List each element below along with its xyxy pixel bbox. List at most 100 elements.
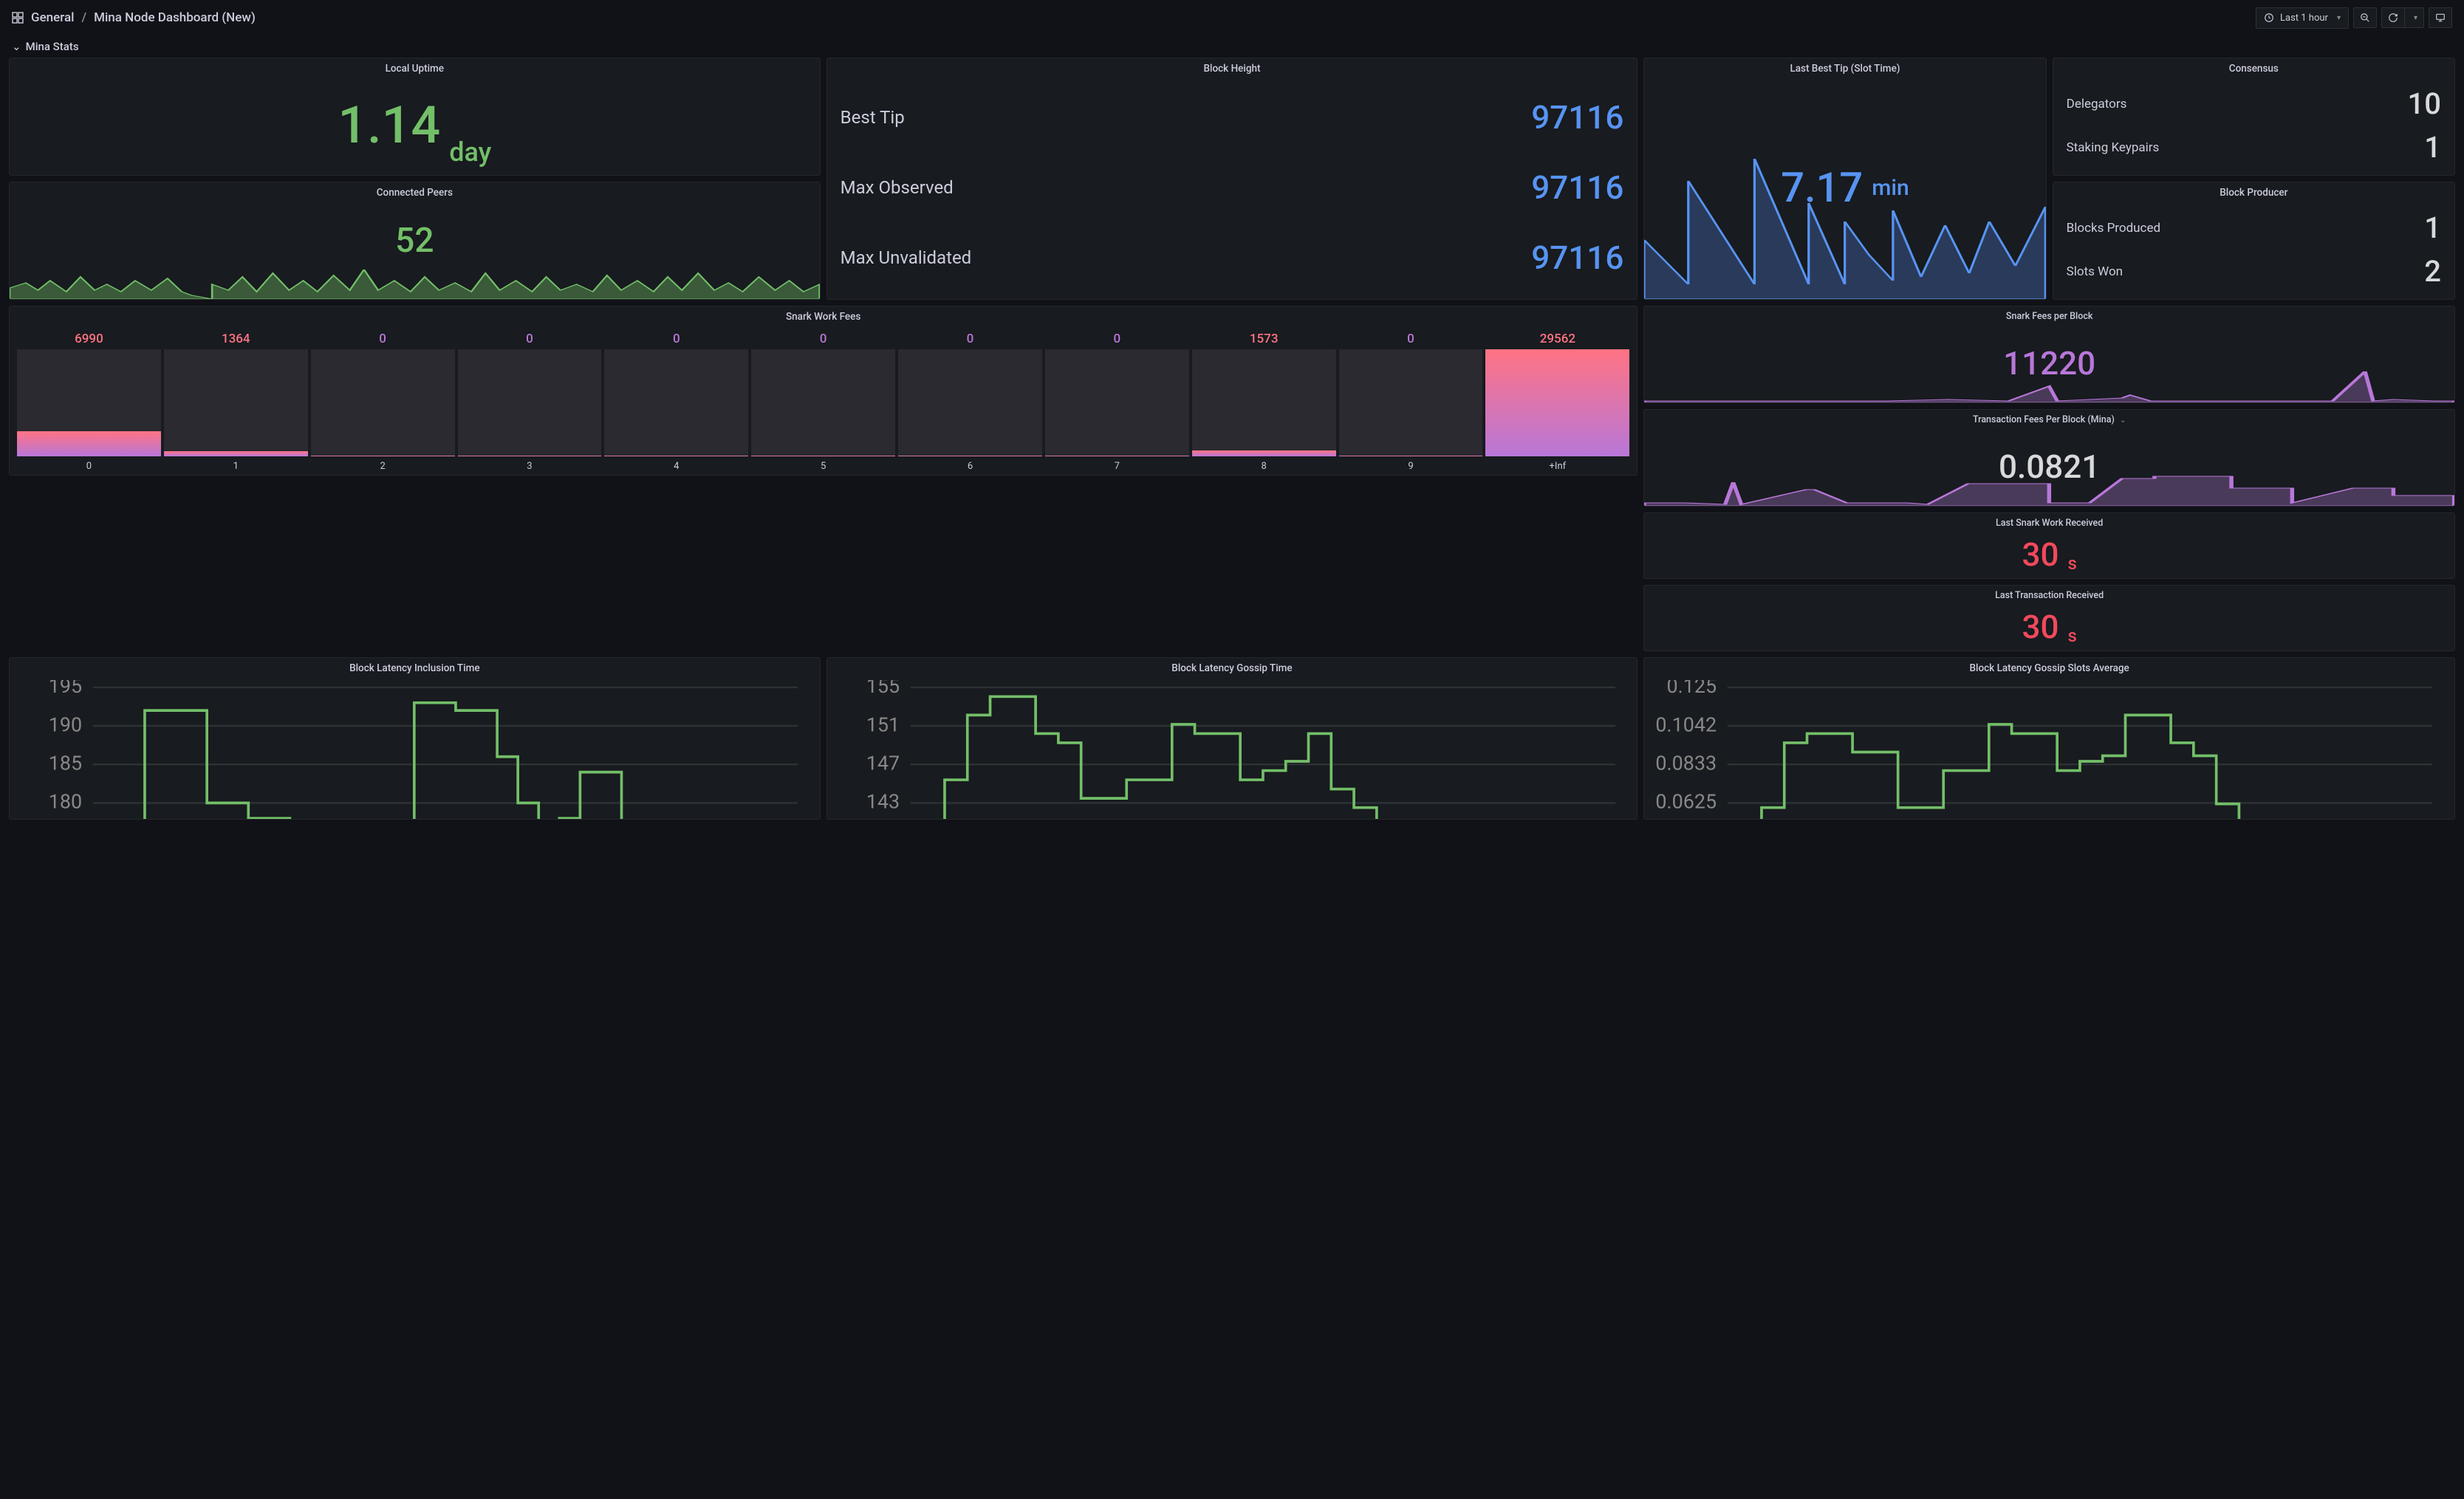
panel-last-tx-received[interactable]: Last Transaction Received 30 s	[1643, 585, 2455, 651]
histogram-bar: 0 6	[898, 332, 1042, 472]
svg-text:0.1042: 0.1042	[1656, 713, 1717, 736]
peers-sparkline	[10, 255, 820, 299]
histogram-bar: 6990 0	[17, 332, 161, 472]
histogram-bar: 1573 8	[1192, 332, 1336, 472]
chevron-down-icon: ⌄	[12, 40, 21, 53]
producer-key: Slots Won	[2067, 264, 2123, 279]
svg-text:0.0625: 0.0625	[1656, 790, 1717, 814]
tx-per-block-value: 0.0821	[1999, 450, 2100, 483]
panel-snark-fees-per-block[interactable]: Snark Fees per Block 11220	[1643, 306, 2455, 403]
svg-text:180: 180	[49, 790, 82, 814]
svg-text:147: 147	[866, 752, 899, 775]
top-header: General / Mina Node Dashboard (New) Last…	[0, 0, 2464, 35]
panel-title: Last Snark Work Received	[1644, 513, 2454, 530]
panel-block-producer[interactable]: Block Producer Blocks Produced1 Slots Won…	[2053, 182, 2455, 300]
block-height-row: Max Observed 97116	[841, 168, 1624, 207]
hist-value: 0	[1407, 332, 1414, 346]
hist-label: 7	[1115, 461, 1120, 472]
panel-title-text: Transaction Fees Per Block (Mina)	[1973, 414, 2115, 425]
histogram-bar: 0 5	[751, 332, 895, 472]
consensus-value: 10	[2408, 86, 2441, 121]
hist-value: 0	[526, 332, 533, 346]
bh-key: Best Tip	[841, 107, 905, 128]
section-title: Mina Stats	[26, 40, 79, 53]
breadcrumb-sep: /	[81, 10, 86, 25]
chevron-down-icon[interactable]: ⌄	[2120, 416, 2126, 425]
hist-label: 8	[1262, 461, 1267, 472]
uptime-value: 1.14	[338, 100, 440, 151]
panel-title: Block Latency Gossip Time	[827, 658, 1637, 676]
panel-last-best-tip[interactable]: Last Best Tip (Slot Time) 7.17 min	[1643, 58, 2046, 300]
svg-text:151: 151	[866, 713, 899, 736]
panel-local-uptime[interactable]: Local Uptime 1.14 day	[9, 58, 821, 176]
hist-label: +Inf	[1550, 461, 1567, 472]
panel-consensus[interactable]: Consensus Delegators10Staking Keypairs1	[2053, 58, 2455, 176]
best-tip-value: 7.17	[1781, 167, 1863, 208]
zoom-out-button[interactable]	[2353, 7, 2377, 28]
svg-text:0.0833: 0.0833	[1656, 752, 1717, 775]
panel-title: Local Uptime	[10, 58, 820, 76]
hist-label: 0	[86, 461, 92, 472]
chart-inclusion: 16517017518018519019511:3011:4011:5012:0…	[17, 680, 812, 820]
panel-latency-inclusion[interactable]: Block Latency Inclusion Time 16517017518…	[9, 657, 821, 820]
view-mode-button[interactable]	[2429, 7, 2452, 28]
dashboard-icon[interactable]	[12, 12, 24, 24]
panel-title: Last Transaction Received	[1644, 586, 2454, 603]
panel-title: Block Producer	[2053, 182, 2454, 200]
histogram-bar: 0 3	[458, 332, 602, 472]
panel-title: Block Height	[827, 58, 1637, 76]
hist-label: 2	[380, 461, 385, 472]
hist-label: 1	[233, 461, 239, 472]
breadcrumb-root[interactable]: General	[31, 10, 74, 25]
bh-value: 97116	[1531, 168, 1623, 207]
panel-title: Last Best Tip (Slot Time)	[1644, 58, 2045, 76]
hist-label: 9	[1408, 461, 1413, 472]
panel-title: Snark Fees per Block	[1644, 306, 2454, 323]
histogram-bar: 0 9	[1339, 332, 1483, 472]
uptime-unit: day	[449, 137, 491, 168]
last-snark-unit: s	[2067, 553, 2076, 574]
hist-value: 0	[967, 332, 974, 346]
breadcrumb-page: Mina Node Dashboard (New)	[94, 10, 256, 25]
refresh-button[interactable]: ▾	[2381, 7, 2424, 28]
last-tx-unit: s	[2067, 625, 2076, 646]
svg-text:0.125: 0.125	[1667, 680, 1717, 698]
panel-latency-slots[interactable]: Block Latency Gossip Slots Average 00.02…	[1643, 657, 2455, 820]
chart-slots: 00.02080.04170.06250.08330.10420.12511:3…	[1652, 680, 2447, 820]
panel-title: Snark Work Fees	[10, 306, 1637, 324]
panel-snark-work-fees[interactable]: Snark Work Fees 6990 0 1364 1 0 2 0 3 0 …	[9, 306, 1637, 476]
best-tip-unit: min	[1872, 175, 1909, 201]
histogram-bar: 29562 +Inf	[1485, 332, 1629, 472]
hist-value: 0	[820, 332, 827, 346]
last-snark-value: 30	[2022, 538, 2059, 571]
hist-value: 1573	[1250, 332, 1279, 346]
bh-key: Max Observed	[841, 177, 954, 198]
panel-tx-fees-per-block[interactable]: Transaction Fees Per Block (Mina) ⌄ 0.08…	[1643, 409, 2455, 507]
hist-label: 5	[821, 461, 826, 472]
producer-row: Blocks Produced1	[2067, 210, 2441, 245]
consensus-row: Delegators 10	[2067, 86, 2441, 121]
hist-value: 1364	[222, 332, 250, 346]
last-tx-value: 30	[2022, 611, 2059, 643]
panel-latency-gossip[interactable]: Block Latency Gossip Time 13013413814314…	[827, 657, 1638, 820]
chevron-down-icon[interactable]: ▾	[2408, 10, 2423, 27]
panel-last-snark-received[interactable]: Last Snark Work Received 30 s	[1643, 512, 2455, 579]
panel-title: Consensus	[2053, 58, 2454, 76]
bh-value: 97116	[1531, 239, 1623, 277]
panel-connected-peers[interactable]: Connected Peers 52	[9, 182, 821, 300]
consensus-key: Delegators	[2067, 97, 2127, 112]
hist-value: 0	[673, 332, 680, 346]
histogram-bar: 0 2	[311, 332, 455, 472]
histogram-bar: 0 4	[604, 332, 748, 472]
time-range-picker[interactable]: Last 1 hour ▾	[2256, 7, 2349, 29]
svg-text:195: 195	[49, 680, 82, 698]
hist-label: 3	[527, 461, 532, 472]
panel-title: Block Latency Gossip Slots Average	[1644, 658, 2454, 676]
producer-value: 2	[2424, 254, 2441, 289]
histogram-bar: 0 7	[1045, 332, 1189, 472]
panel-title: Transaction Fees Per Block (Mina) ⌄	[1644, 410, 2454, 427]
panel-block-height[interactable]: Block Height Best Tip 97116 Max Observed 97…	[827, 58, 1638, 300]
hist-value: 0	[379, 332, 386, 346]
hist-value: 29562	[1540, 332, 1575, 346]
section-toggle-mina-stats[interactable]: ⌄ Mina Stats	[0, 35, 2464, 58]
